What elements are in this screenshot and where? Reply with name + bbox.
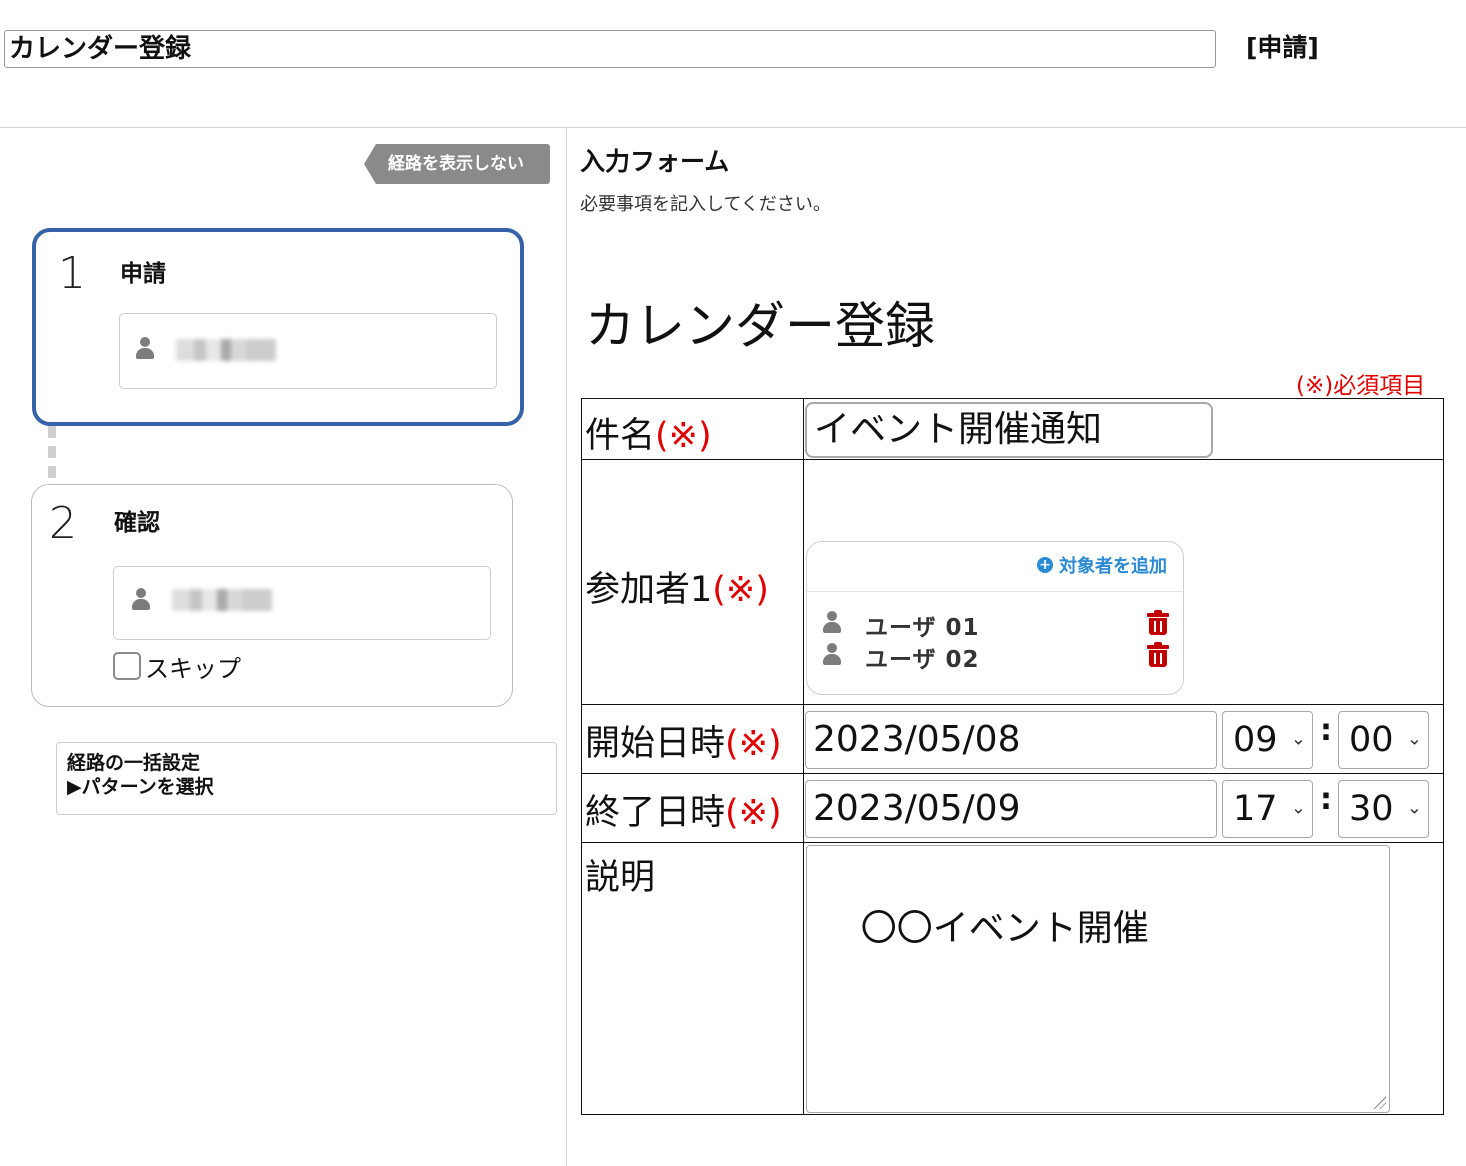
start-minute-select[interactable]: 00 ⌄ (1338, 711, 1429, 769)
participant-name: ユーザ 01 (865, 615, 980, 641)
step-title: 確認 (114, 510, 160, 536)
skip-option[interactable]: スキップ (113, 650, 241, 683)
time-separator: : (1320, 782, 1332, 817)
required-mark: (※) (725, 724, 782, 764)
section-description: 必要事項を記入してください。 (580, 194, 831, 215)
end-date-input[interactable]: 2023/05/09 (805, 780, 1217, 838)
select-pattern-link[interactable]: ▶パターンを選択 (67, 775, 546, 799)
hide-route-button[interactable]: 経路を表示しない (364, 144, 550, 184)
add-target-button[interactable]: + 対象者を追加 (1037, 552, 1167, 578)
end-hour-select[interactable]: 17 ⌄ (1222, 780, 1313, 838)
chevron-down-icon: ⌄ (1290, 797, 1306, 819)
chevron-down-icon: ⌄ (1406, 797, 1422, 819)
subject-label: 件名(※) (585, 416, 712, 456)
approver-field[interactable] (119, 313, 497, 389)
end-datetime-label: 終了日時(※) (585, 793, 782, 833)
participant-list: + 対象者を追加 ユーザ 01 ユーザ 02 (806, 541, 1184, 695)
add-target-label: 対象者を追加 (1059, 556, 1167, 577)
row-divider (582, 842, 1443, 843)
row-divider (582, 773, 1443, 774)
required-legend: (※)必須項目 (1296, 373, 1426, 399)
person-icon (823, 611, 841, 635)
header-divider (0, 127, 1466, 128)
required-mark: (※) (655, 416, 712, 456)
person-icon (132, 588, 150, 612)
required-mark: (※) (725, 793, 782, 833)
chevron-down-icon: ⌄ (1406, 728, 1422, 750)
trash-icon[interactable] (1147, 642, 1169, 668)
person-icon (823, 643, 841, 667)
participant-list-divider (807, 591, 1183, 592)
resize-grip-icon[interactable] (1372, 1095, 1386, 1109)
row-divider (582, 704, 1443, 705)
description-textarea[interactable]: 〇〇イベント開催 (806, 845, 1390, 1113)
route-step-apply: 1 申請 (32, 228, 524, 426)
step-number: 1 (58, 248, 86, 299)
step-number: 2 (49, 498, 77, 549)
description-label: 説明 (585, 858, 656, 898)
form-table: 件名(※) イベント開催通知 参加者1(※) + 対象者を追加 ユーザ 01 ユ… (581, 398, 1444, 1115)
route-step-confirm: 2 確認 (31, 484, 513, 707)
subject-input[interactable]: イベント開催通知 (805, 402, 1213, 458)
plus-circle-icon: + (1037, 557, 1053, 573)
trash-icon[interactable] (1147, 610, 1169, 636)
form-type-label: [申請] (1246, 33, 1319, 62)
participants-label: 参加者1(※) (585, 570, 769, 610)
row-divider (582, 459, 1443, 460)
step-title: 申請 (120, 261, 166, 287)
person-icon (136, 337, 154, 361)
form-heading: カレンダー登録 (585, 297, 935, 355)
form-title-field: カレンダー登録 (4, 30, 1216, 68)
participant-row: ユーザ 01 (823, 608, 1169, 641)
start-datetime-label: 開始日時(※) (585, 724, 782, 764)
blurred-approver-name (176, 339, 276, 361)
required-mark: (※) (712, 570, 769, 610)
participant-name: ユーザ 02 (865, 647, 980, 673)
label-column-divider (803, 399, 804, 1114)
approver-field[interactable] (113, 566, 491, 640)
chevron-down-icon: ⌄ (1290, 728, 1306, 750)
skip-label: スキップ (145, 654, 241, 683)
end-minute-select[interactable]: 30 ⌄ (1338, 780, 1429, 838)
column-divider (566, 128, 567, 1166)
bulk-setting-title: 経路の一括設定 (67, 752, 201, 774)
start-hour-select[interactable]: 09 ⌄ (1222, 711, 1313, 769)
skip-checkbox[interactable] (113, 652, 141, 680)
start-date-input[interactable]: 2023/05/08 (805, 711, 1217, 769)
section-title: 入力フォーム (580, 147, 730, 176)
bulk-route-setting: 経路の一括設定 ▶パターンを選択 (56, 742, 557, 815)
time-separator: : (1320, 713, 1332, 748)
participant-row: ユーザ 02 (823, 640, 1169, 673)
route-connector (48, 426, 56, 484)
blurred-approver-name (172, 589, 272, 611)
